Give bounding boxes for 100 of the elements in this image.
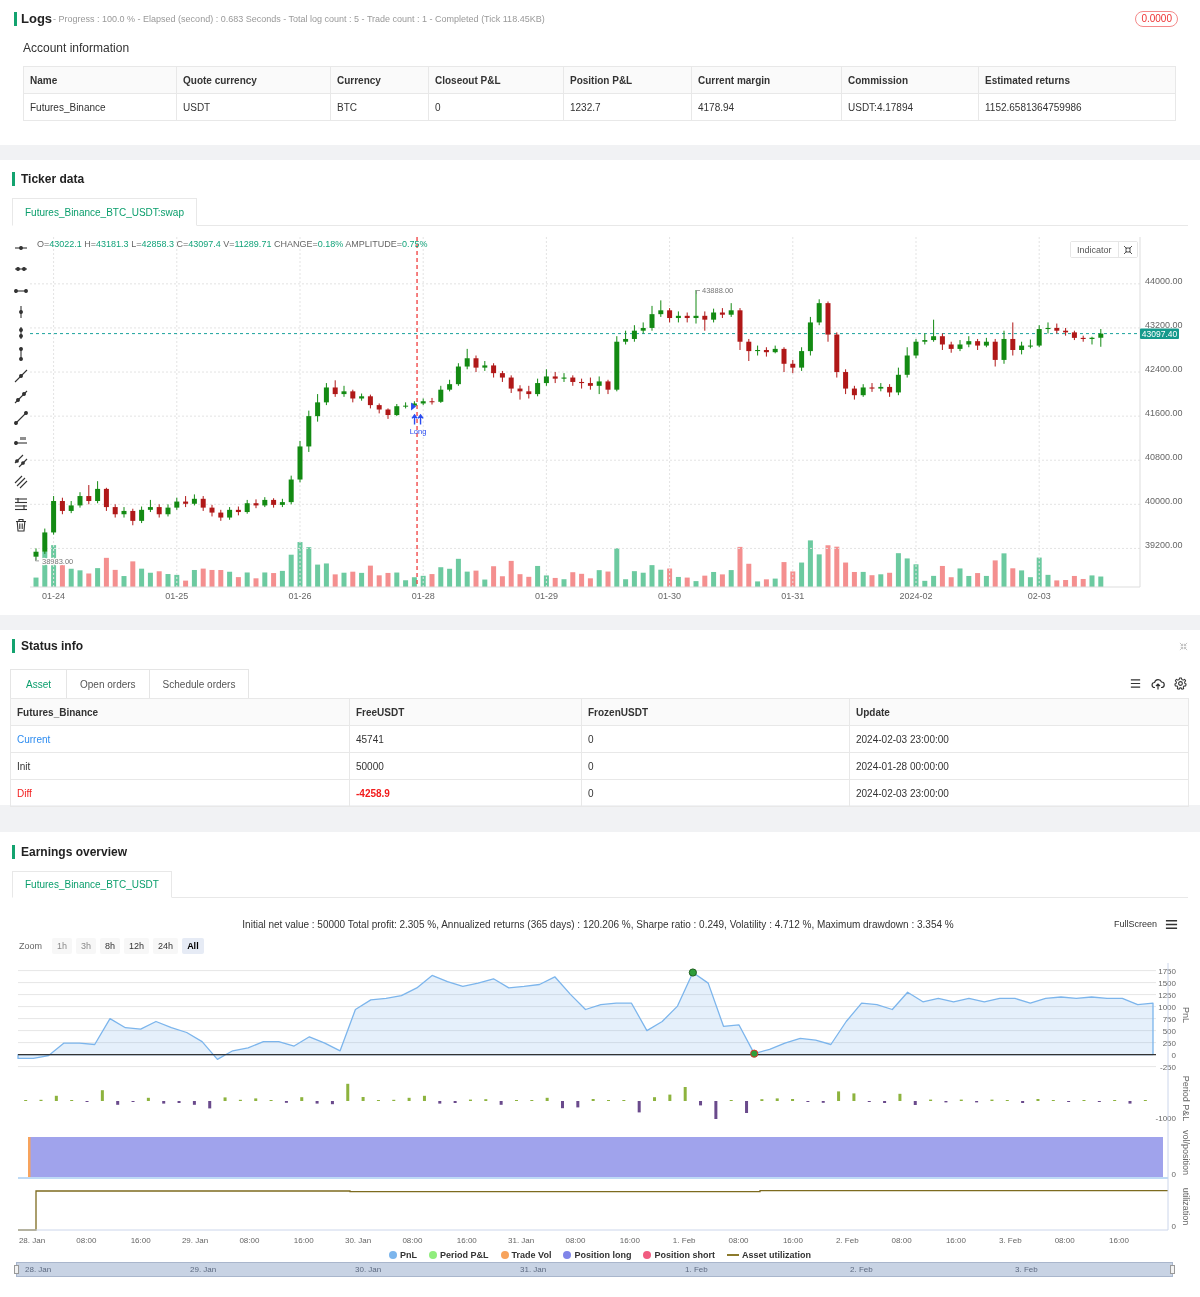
stacked-lines-icon[interactable] (14, 496, 28, 511)
legend-item[interactable]: PnL (389, 1250, 418, 1260)
navigator-label: 3. Feb (1014, 1265, 1039, 1274)
navigator-label: 28. Jan (24, 1265, 53, 1274)
pane-axis-label: 0 (1171, 1170, 1176, 1179)
fullscreen-button[interactable]: FullScreen (1113, 919, 1157, 929)
zoom-button[interactable]: 8h (100, 938, 121, 954)
candlestick (33, 547, 39, 561)
legend-item[interactable]: Asset utilization (726, 1250, 811, 1260)
column-header: Closeout P&L (428, 66, 564, 94)
time-axis-label: 1. Feb (672, 1236, 696, 1245)
price-axis-label: 39200.00 (1145, 540, 1183, 551)
table-cell: Diff (10, 779, 350, 807)
price-axis-label: 44000.00 (1145, 275, 1183, 286)
table-cell: 4178.94 (691, 93, 842, 121)
tab[interactable]: Open orders (67, 669, 150, 698)
time-axis-label: 16:00 (945, 1236, 966, 1245)
column-header: Name (23, 66, 177, 94)
table-cell: USDT:4.17894 (841, 93, 979, 121)
pnl-axis-label: 1250 (1158, 990, 1176, 1000)
legend-item[interactable]: Trade Vol (500, 1250, 552, 1260)
subsection-title: Account information (23, 41, 131, 55)
navigator-label: 29. Jan (189, 1265, 218, 1274)
parallel-lines-icon[interactable] (14, 453, 28, 468)
time-axis-label: 08:00 (565, 1236, 586, 1245)
price-axis-label: 42400.00 (1145, 364, 1183, 375)
price-axis-label: 41600.00 (1145, 408, 1183, 419)
candlestick (816, 298, 822, 326)
column-header: Quote currency (176, 66, 331, 94)
diagonal-dot-line-icon[interactable] (14, 368, 28, 383)
time-axis-label: 30. Jan (345, 1236, 372, 1245)
table-cell: 50000 (349, 752, 582, 780)
candlestick (315, 393, 321, 423)
navigator-handle[interactable] (14, 1265, 19, 1274)
candlestick (455, 362, 461, 387)
table-cell: 2024-02-03 23:00:00 (849, 725, 1189, 753)
column-header: Position P&L (563, 66, 692, 94)
trade-volume-bar (28, 1137, 31, 1177)
pnl-axis-label: 250 (1162, 1038, 1176, 1048)
time-axis-label: 08:00 (402, 1236, 423, 1245)
tab[interactable]: Futures_Binance_BTC_USDT:swap (12, 198, 197, 226)
candlestick (913, 338, 919, 359)
date-axis-label: 01-30 (658, 591, 682, 601)
tab[interactable]: Futures_Binance_BTC_USDT (12, 871, 172, 898)
candlestick (341, 385, 347, 398)
candlestick (77, 491, 83, 509)
candlestick (904, 346, 910, 379)
time-axis-label: 08:00 (891, 1236, 912, 1245)
diagonal-two-dot-line-icon[interactable] (14, 390, 28, 405)
triangle-marker-icon (411, 402, 417, 411)
date-axis-label: 01-24 (42, 591, 66, 601)
tab[interactable]: Schedule orders (149, 669, 250, 698)
zoom-button[interactable]: 12h (124, 938, 150, 954)
navigator-label: 1. Feb (684, 1265, 709, 1274)
cloud-upload-icon[interactable] (1151, 676, 1165, 691)
triple-parallel-lines-icon[interactable] (14, 475, 28, 490)
navigator-handle[interactable] (1170, 1265, 1175, 1274)
table-cell: 0 (581, 725, 850, 753)
legend-item[interactable]: Position long (563, 1250, 632, 1260)
time-axis-label: 31. Jan (508, 1236, 535, 1245)
column-header: Update (849, 698, 1189, 726)
date-axis-label: 01-28 (411, 591, 435, 601)
menu-icon[interactable] (1129, 677, 1142, 690)
time-axis-label: 08:00 (1054, 1236, 1075, 1245)
column-header: Commission (841, 66, 979, 94)
diagonal-end-dot-line-icon[interactable] (14, 411, 28, 426)
candlestick (746, 338, 752, 362)
trash-icon[interactable] (14, 517, 28, 532)
table-cell: BTC (330, 93, 429, 121)
zoom-label: Zoom (19, 941, 42, 951)
candlestick (165, 503, 171, 517)
tab[interactable]: Asset (10, 669, 67, 698)
range-navigator[interactable]: 28. Jan 29. Jan 30. Jan 31. Jan 1. Feb 2. Feb 3. Feb (16, 1262, 1173, 1277)
legend-item[interactable]: Period P&L (429, 1250, 489, 1260)
zoom-button[interactable]: All (182, 938, 204, 954)
time-axis-label: 16:00 (1109, 1236, 1129, 1245)
candlestick (869, 382, 875, 393)
candlestick (799, 346, 805, 372)
table-cell: 1232.7 (563, 93, 692, 121)
column-header: Current margin (691, 66, 842, 94)
section-title: Ticker data (12, 172, 85, 186)
date-axis-label: 01-25 (165, 591, 189, 601)
time-axis-label: 16:00 (456, 1236, 477, 1245)
navigator-label: 2. Feb (849, 1265, 874, 1274)
table-cell: Current (10, 725, 350, 753)
signal-marker-icon (688, 968, 697, 977)
axis-title: Period P&L (1181, 1075, 1191, 1122)
candlestick (895, 367, 901, 396)
zoom-button[interactable]: 24h (153, 938, 179, 954)
candlestick (843, 368, 849, 395)
pnl-axis-label: 0 (1171, 1050, 1176, 1060)
settings-icon[interactable] (1174, 677, 1187, 690)
candlestick (429, 397, 435, 406)
table-cell: 1152.6581364759986 (978, 93, 1176, 121)
section-title: Logs (14, 12, 53, 26)
legend-item[interactable]: Position short (643, 1250, 715, 1260)
candlestick (95, 480, 101, 504)
column-header: Estimated returns (978, 66, 1176, 94)
menu-icon[interactable] (1165, 917, 1178, 931)
candlestick (931, 319, 937, 343)
